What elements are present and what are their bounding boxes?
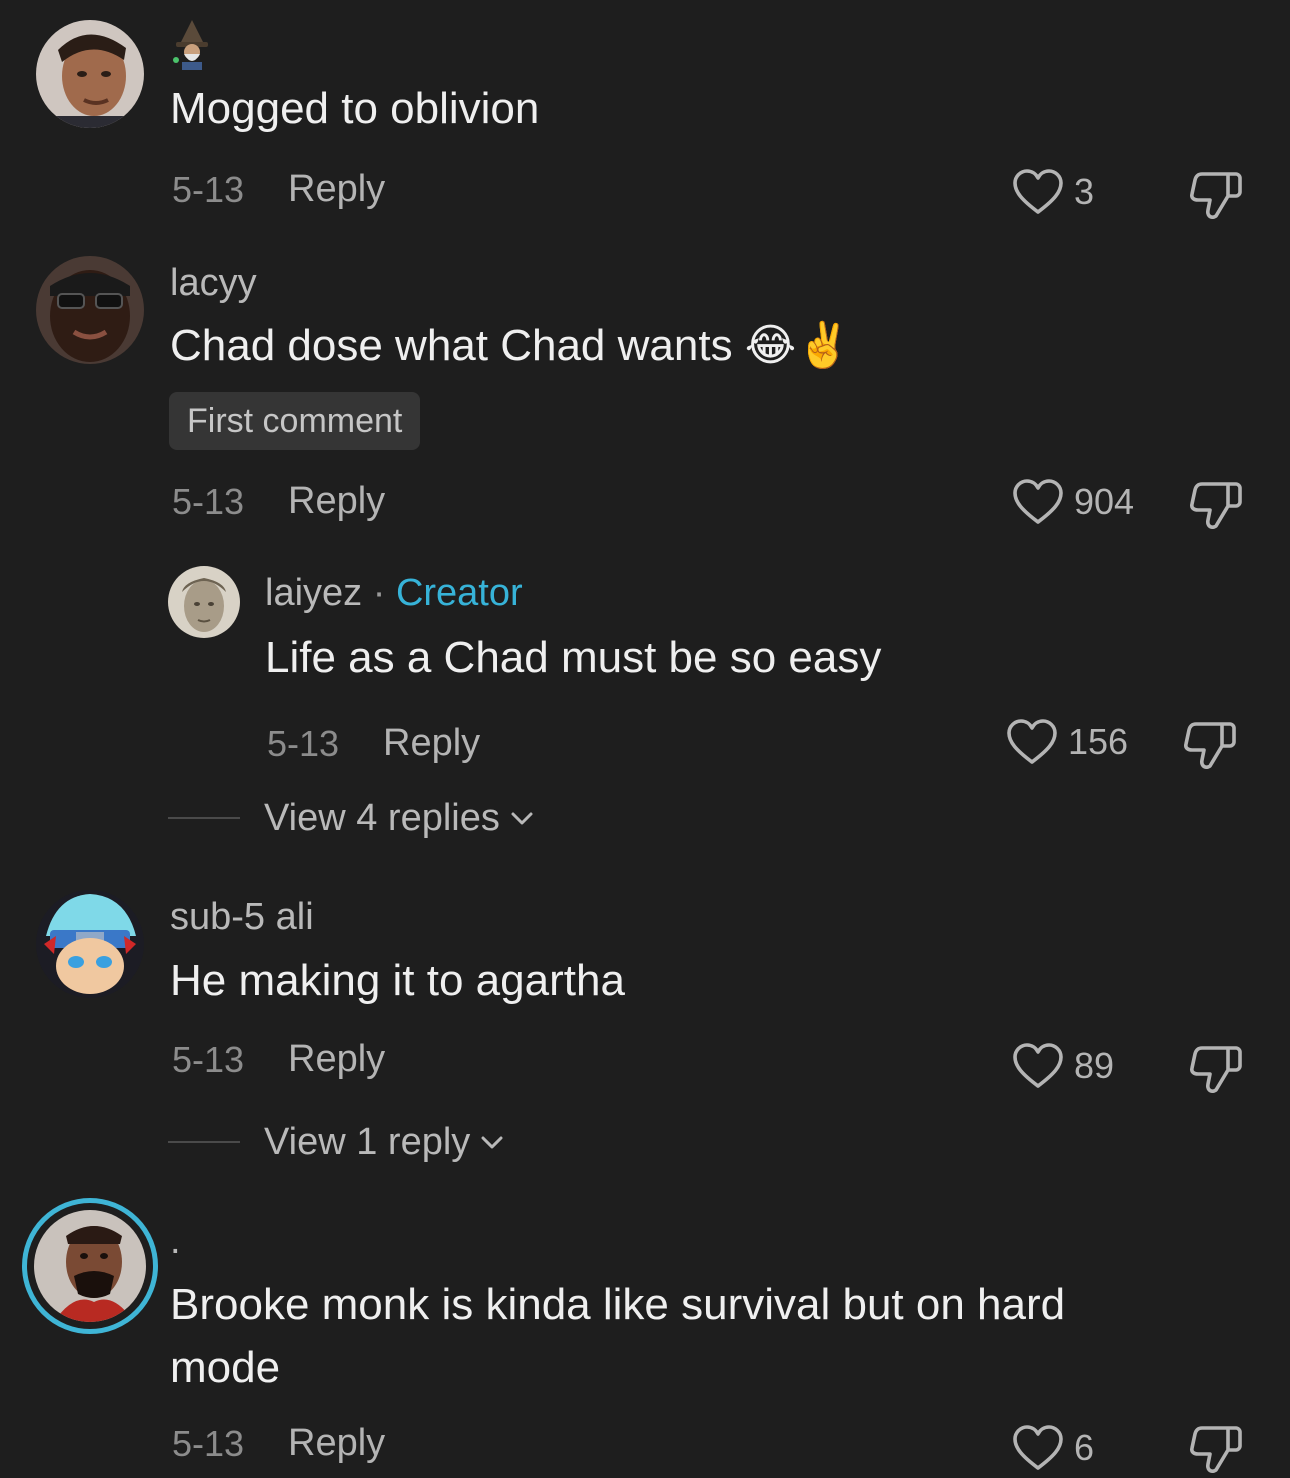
like-button[interactable]: 89 — [1012, 1040, 1114, 1092]
username[interactable]: . — [170, 1222, 181, 1260]
like-count: 156 — [1068, 721, 1129, 762]
reply-button[interactable]: Reply — [288, 1040, 385, 1078]
username[interactable]: lacyy — [170, 264, 257, 302]
thumbs-down-icon — [1190, 1426, 1242, 1473]
comment-text-line1: Brooke monk is kinda like survival but o… — [170, 1280, 1066, 1329]
reply-button[interactable]: Reply — [288, 170, 385, 208]
separator-dot: · — [372, 572, 386, 614]
heart-icon — [1013, 1043, 1063, 1088]
like-button[interactable]: 904 — [1012, 476, 1134, 528]
username[interactable]: sub-5 ali — [170, 898, 314, 936]
heart-icon — [1013, 1425, 1063, 1470]
avatar[interactable] — [36, 20, 144, 128]
avatar — [34, 1210, 146, 1322]
view-replies-label: View 1 reply — [264, 1121, 471, 1163]
view-replies-button[interactable]: View 4 replies — [168, 798, 536, 838]
thumbs-down-icon — [1190, 1046, 1242, 1093]
avatar-with-ring[interactable] — [22, 1198, 158, 1334]
like-button[interactable]: 3 — [1012, 166, 1094, 218]
comment-date: 5-13 — [172, 1039, 245, 1080]
reply-username-line: laiyez · Creator — [265, 574, 523, 612]
avatar[interactable] — [168, 566, 240, 638]
dislike-button[interactable] — [1188, 1040, 1244, 1096]
heart-icon — [1007, 719, 1057, 764]
comment-date: 5-13 — [267, 723, 340, 764]
dislike-button[interactable] — [1188, 1420, 1244, 1476]
chevron-down-icon — [511, 812, 533, 825]
avatar-photo — [36, 20, 144, 128]
reply-button[interactable]: Reply — [383, 724, 480, 762]
like-count: 904 — [1074, 481, 1135, 522]
comment-text: Mogged to oblivion — [170, 84, 540, 133]
like-count: 6 — [1074, 1427, 1095, 1468]
thumbs-down-icon — [1190, 172, 1242, 219]
like-button[interactable]: 6 — [1012, 1422, 1094, 1474]
chevron-down-icon — [481, 1136, 503, 1149]
view-replies-button[interactable]: View 1 reply — [168, 1122, 506, 1162]
dislike-button[interactable] — [1182, 716, 1238, 772]
like-count: 3 — [1074, 171, 1095, 212]
reply-text: Life as a Chad must be so easy — [265, 633, 882, 682]
first-comment-badge: First comment — [169, 392, 421, 450]
view-replies-label: View 4 replies — [264, 797, 500, 839]
avatar[interactable] — [36, 256, 144, 364]
dislike-button[interactable] — [1188, 476, 1244, 532]
heart-icon — [1013, 169, 1063, 214]
avatar-photo — [34, 1210, 146, 1322]
comment-date: 5-13 — [172, 169, 245, 210]
avatar[interactable] — [36, 890, 144, 998]
thread-line — [168, 1141, 240, 1143]
wizard-emoji-icon — [170, 18, 214, 70]
comment-date: 5-13 — [172, 481, 245, 522]
reply-button[interactable]: Reply — [288, 482, 385, 520]
thumbs-down-icon — [1184, 722, 1236, 769]
thread-line — [168, 817, 240, 819]
creator-label: Creator — [395, 572, 523, 614]
like-button[interactable]: 156 — [1006, 716, 1128, 768]
avatar-photo — [36, 890, 144, 998]
comment-text: He making it to agartha — [170, 956, 625, 1005]
reply-button[interactable]: Reply — [288, 1424, 385, 1462]
username[interactable]: laiyez — [265, 572, 362, 614]
avatar-photo — [36, 256, 144, 364]
like-count: 89 — [1074, 1045, 1115, 1086]
comment-date: 5-13 — [172, 1423, 245, 1464]
comment-text-line2: mode — [170, 1343, 281, 1392]
comment-text: Chad dose what Chad wants 😂✌️ — [170, 321, 851, 370]
dislike-button[interactable] — [1188, 166, 1244, 222]
avatar-photo — [168, 566, 240, 638]
thumbs-down-icon — [1190, 482, 1242, 529]
heart-icon — [1013, 479, 1063, 524]
